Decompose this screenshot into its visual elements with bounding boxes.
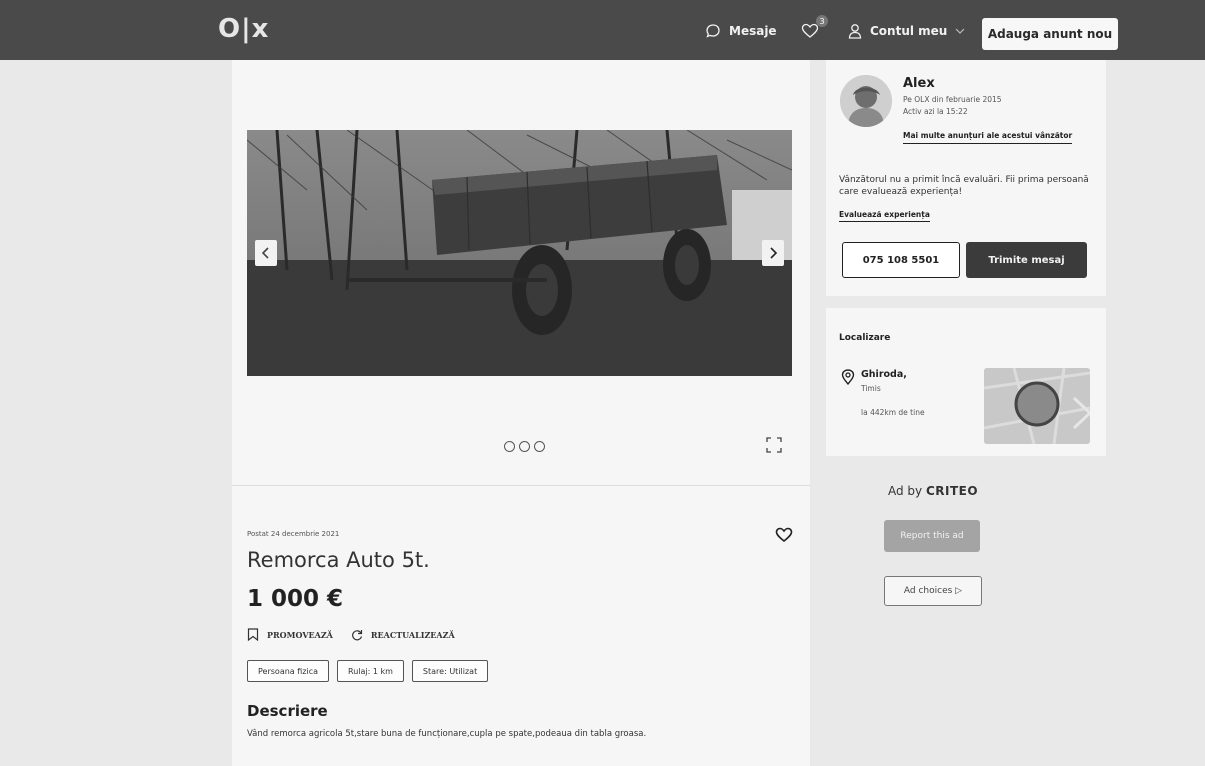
- top-navbar: O|x Mesaje 3 Contul meu Adauga anunt nou: [0, 0, 1205, 60]
- ad-choices-button[interactable]: Ad choices ▷: [884, 576, 982, 606]
- messages-label: Mesaje: [729, 24, 777, 38]
- chevron-right-icon: [770, 247, 778, 259]
- olx-logo[interactable]: O|x: [218, 14, 269, 44]
- chat-bubble-icon: [706, 24, 720, 38]
- favorites-count-badge: 3: [816, 15, 828, 27]
- seller-name: Alex: [903, 76, 935, 91]
- location-distance: la 442km de tine: [861, 408, 925, 417]
- criteo-logo: CRITEO: [925, 484, 979, 498]
- show-phone-button[interactable]: 075 108 5501: [842, 242, 960, 278]
- description-heading: Descriere: [247, 702, 328, 720]
- listing-price: 1 000 €: [247, 586, 344, 612]
- user-icon: [848, 24, 862, 39]
- attribute-tag: Persoana fizica: [247, 660, 329, 682]
- gallery-pagination: [504, 441, 545, 452]
- listing-title: Remorca Auto 5t.: [247, 548, 430, 572]
- listing-attributes: Persoana fizica Rulaj: 1 km Stare: Utili…: [247, 660, 489, 682]
- avatar: [840, 75, 892, 127]
- report-ad-button[interactable]: Report this ad: [884, 520, 980, 552]
- listing-details: Postat 24 decembrie 2021 Remorca Auto 5t…: [232, 485, 810, 766]
- description-text: Vând remorca agricola 5t,stare buna de f…: [247, 729, 647, 739]
- location-card: Localizare Ghiroda, Timis la 442km de ti…: [826, 308, 1106, 456]
- seller-member-since: Pe OLX din februarie 2015: [903, 95, 1002, 104]
- location-region: Timis: [861, 384, 881, 393]
- gallery-dot[interactable]: [519, 441, 530, 452]
- refresh-label: REACTUALIZEAZĂ: [370, 629, 455, 640]
- gallery-dot[interactable]: [504, 441, 515, 452]
- promote-action[interactable]: PROMOVEAZĂ: [247, 628, 333, 641]
- location-pin-icon: [841, 369, 855, 385]
- ad-provider: Ad by CRITEO: [888, 484, 978, 498]
- more-ads-link[interactable]: Mai multe anunțuri ale acestui vânzător: [903, 131, 1073, 144]
- user-avatar-icon: [840, 75, 892, 127]
- account-label: Contul meu: [870, 24, 948, 38]
- refresh-action[interactable]: REACTUALIZEAZĂ: [351, 629, 455, 641]
- chevron-left-icon: [261, 247, 269, 259]
- gallery-prev-button[interactable]: [255, 240, 277, 266]
- location-heading: Localizare: [839, 333, 891, 343]
- account-menu[interactable]: Contul meu: [848, 20, 965, 42]
- listing-panel: Postat 24 decembrie 2021 Remorca Auto 5t…: [232, 60, 810, 766]
- gallery-next-button[interactable]: [762, 240, 784, 266]
- bookmark-icon: [247, 628, 259, 641]
- location-city: Ghiroda,: [861, 369, 907, 380]
- seller-card: Alex Pe OLX din februarie 2015 Activ azi…: [826, 60, 1106, 296]
- attribute-tag: Stare: Utilizat: [411, 660, 489, 682]
- owner-actions: PROMOVEAZĂ REACTUALIZEAZĂ: [247, 628, 455, 641]
- map-thumbnail-image: [984, 368, 1090, 444]
- heart-icon: [801, 23, 819, 38]
- chevron-down-icon: [955, 28, 965, 34]
- attribute-tag: Rulaj: 1 km: [337, 660, 404, 682]
- listing-photo[interactable]: [247, 130, 792, 376]
- fullscreen-icon[interactable]: [765, 436, 783, 454]
- rating-message: Vânzătorul nu a primit încă evaluări. Fi…: [839, 175, 1089, 197]
- favorite-heart-icon[interactable]: [775, 527, 793, 543]
- send-message-button[interactable]: Trimite mesaj: [966, 242, 1087, 278]
- posted-date: Postat 24 decembrie 2021: [247, 530, 340, 538]
- location-map[interactable]: [984, 368, 1090, 444]
- ad-by-prefix: Ad by: [888, 484, 923, 498]
- promote-label: PROMOVEAZĂ: [267, 629, 333, 640]
- messages-link[interactable]: Mesaje: [705, 20, 777, 42]
- gallery-dot[interactable]: [534, 441, 545, 452]
- seller-last-active: Activ azi la 15:22: [903, 107, 968, 116]
- refresh-icon: [351, 629, 362, 640]
- rate-experience-link[interactable]: Evaluează experiența: [839, 210, 930, 222]
- trailer-photo-image: [247, 130, 792, 376]
- post-ad-button[interactable]: Adauga anunt nou: [982, 18, 1118, 50]
